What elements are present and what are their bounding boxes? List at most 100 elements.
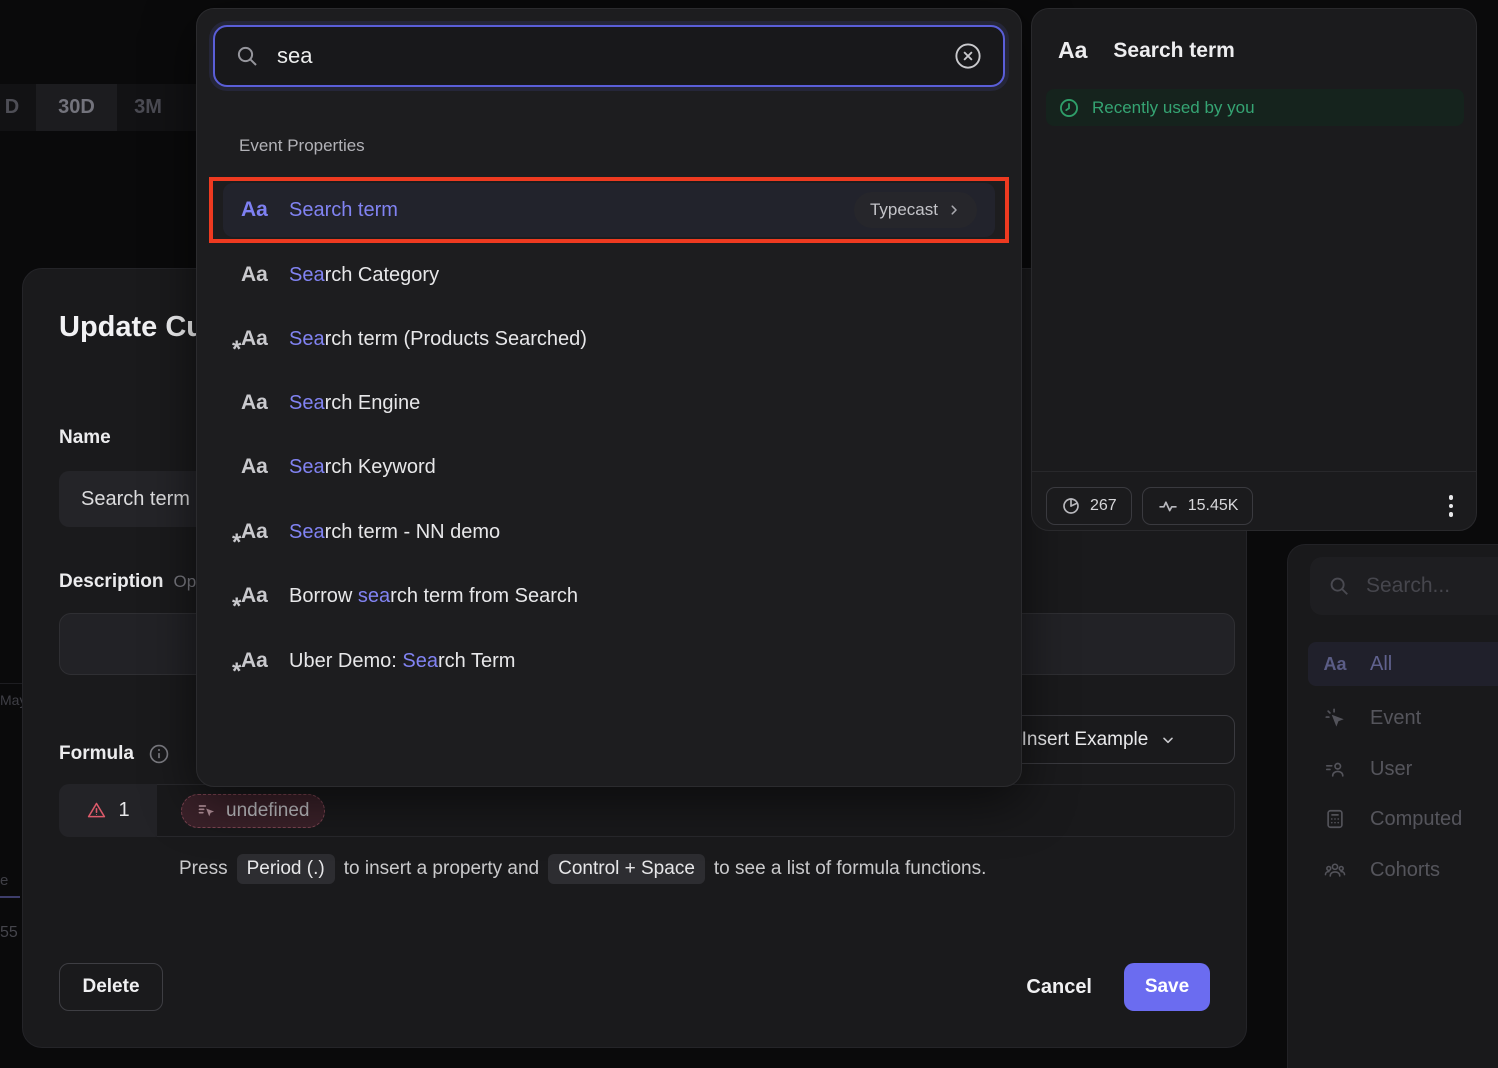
formula-error-count: 1 xyxy=(59,784,157,837)
delete-button[interactable]: Delete xyxy=(59,963,163,1011)
time-range-7d[interactable]: D xyxy=(0,84,24,131)
undefined-property-chip[interactable]: undefined xyxy=(181,794,325,828)
clear-search-icon[interactable] xyxy=(953,41,983,71)
list-item-search-term-products[interactable]: Aa Search term (Products Searched) xyxy=(223,319,995,359)
hint-press: Press xyxy=(179,858,228,880)
sidebar-search-input[interactable] xyxy=(1366,574,1498,598)
hint-mid: to insert a property and xyxy=(344,858,539,880)
property-search-box xyxy=(213,25,1005,87)
cardinality-value: 267 xyxy=(1090,497,1117,515)
hint-end: to see a list of formula functions. xyxy=(714,858,986,880)
detail-header: Aa Search term xyxy=(1058,37,1235,64)
text-property-icon: Aa xyxy=(241,198,275,222)
save-button[interactable]: Save xyxy=(1124,963,1210,1011)
chevron-right-icon xyxy=(947,203,961,217)
pie-chart-icon xyxy=(1061,496,1081,516)
detail-title: Search term xyxy=(1113,39,1234,63)
text-property-icon: Aa xyxy=(1058,37,1087,64)
list-item-label: Borrow search term from Search xyxy=(289,585,578,608)
list-item-label: Search term (Products Searched) xyxy=(289,328,587,351)
custom-text-property-icon: Aa xyxy=(241,649,275,673)
filter-cohorts[interactable]: Cohorts xyxy=(1308,848,1498,892)
clock-icon xyxy=(1058,97,1080,119)
typecast-label: Typecast xyxy=(870,200,938,220)
text-property-icon: Aa xyxy=(241,455,275,479)
filter-label: Computed xyxy=(1370,808,1462,831)
list-item-search-engine[interactable]: Aa Search Engine xyxy=(223,383,995,423)
filter-label: Cohorts xyxy=(1370,859,1440,882)
filter-event[interactable]: Event xyxy=(1308,696,1498,740)
property-detail-panel: Aa Search term Recently used by you 267 … xyxy=(1031,8,1477,531)
description-label-text: Description xyxy=(59,571,164,592)
chart-axis-label-55: 55 xyxy=(0,924,18,942)
undefined-chip-label: undefined xyxy=(226,800,309,822)
filter-sidebar: Aa All Event User Computed xyxy=(1287,544,1498,1068)
list-item-label: Uber Demo: Search Term xyxy=(289,650,515,673)
list-item-label: Search Category xyxy=(289,264,439,287)
list-item-search-term-selected[interactable]: Aa Search term Typecast xyxy=(223,183,995,237)
search-input[interactable] xyxy=(277,43,953,69)
text-property-icon: Aa xyxy=(241,391,275,415)
divider xyxy=(1032,471,1476,472)
search-icon xyxy=(235,44,259,68)
section-header-event-properties: Event Properties xyxy=(239,136,365,156)
recently-used-label: Recently used by you xyxy=(1092,98,1255,118)
property-reference-icon xyxy=(197,801,217,821)
cardinality-stat[interactable]: 267 xyxy=(1046,487,1132,525)
modal-actions: Cancel Save xyxy=(1026,963,1210,1011)
cursor-click-icon xyxy=(1322,707,1348,729)
formula-input[interactable]: undefined xyxy=(157,784,1235,837)
search-icon xyxy=(1328,575,1350,597)
chart-label-fragment: e xyxy=(0,872,8,889)
filter-label: Event xyxy=(1370,707,1421,730)
cancel-button[interactable]: Cancel xyxy=(1026,976,1092,999)
filter-all[interactable]: Aa All xyxy=(1308,642,1498,686)
formula-label: Formula xyxy=(59,743,134,765)
modal-title: Update Cu xyxy=(59,311,204,344)
chevron-down-icon xyxy=(1160,732,1176,748)
property-search-dropdown: Event Properties Aa Search term Typecast… xyxy=(196,8,1022,787)
time-range-3m[interactable]: 3M xyxy=(118,84,178,131)
custom-text-property-icon: Aa xyxy=(241,327,275,351)
filter-user[interactable]: User xyxy=(1308,747,1498,791)
list-item-borrow-search-term[interactable]: Aa Borrow search term from Search xyxy=(223,576,995,616)
calculator-icon xyxy=(1322,808,1348,830)
time-range-bar: D 30D 3M xyxy=(0,84,196,131)
insert-example-label: Insert Example xyxy=(1022,729,1149,751)
text-property-icon: Aa xyxy=(1322,654,1348,675)
text-property-icon: Aa xyxy=(241,263,275,287)
kbd-control-space: Control + Space xyxy=(548,854,705,884)
formula-editor: 1 undefined xyxy=(59,784,1235,837)
list-item-label: Search Keyword xyxy=(289,456,436,479)
kbd-period: Period (.) xyxy=(237,854,335,884)
filter-label: All xyxy=(1370,653,1392,676)
people-icon xyxy=(1322,859,1348,881)
chart-line-fragment xyxy=(0,896,20,898)
detail-stats-row: 267 15.45K xyxy=(1046,487,1464,525)
formula-label-row: Formula xyxy=(59,743,170,765)
list-item-search-category[interactable]: Aa Search Category xyxy=(223,255,995,295)
pulse-icon xyxy=(1157,496,1179,516)
name-label: Name xyxy=(59,427,111,449)
list-item-label: Search Engine xyxy=(289,392,420,415)
warning-icon xyxy=(86,800,107,821)
sidebar-search-box xyxy=(1310,557,1498,615)
formula-hint: Press Period (.) to insert a property an… xyxy=(179,854,986,884)
list-item-search-term-nn-demo[interactable]: Aa Search term - NN demo xyxy=(223,512,995,552)
chart-gridline xyxy=(0,683,22,684)
user-icon xyxy=(1322,758,1348,780)
custom-text-property-icon: Aa xyxy=(241,520,275,544)
list-item-uber-demo-search-term[interactable]: Aa Uber Demo: Search Term xyxy=(223,641,995,681)
error-count-value: 1 xyxy=(118,799,129,822)
list-item-search-keyword[interactable]: Aa Search Keyword xyxy=(223,447,995,487)
volume-value: 15.45K xyxy=(1188,497,1239,515)
info-icon[interactable] xyxy=(148,743,170,765)
typecast-button[interactable]: Typecast xyxy=(854,192,977,228)
filter-label: User xyxy=(1370,758,1412,781)
list-item-label: Search term xyxy=(289,199,854,222)
filter-computed[interactable]: Computed xyxy=(1308,797,1498,841)
volume-stat[interactable]: 15.45K xyxy=(1142,487,1254,525)
list-item-label: Search term - NN demo xyxy=(289,521,500,544)
more-options-icon[interactable] xyxy=(1438,489,1464,523)
time-range-30d[interactable]: 30D xyxy=(36,84,117,131)
